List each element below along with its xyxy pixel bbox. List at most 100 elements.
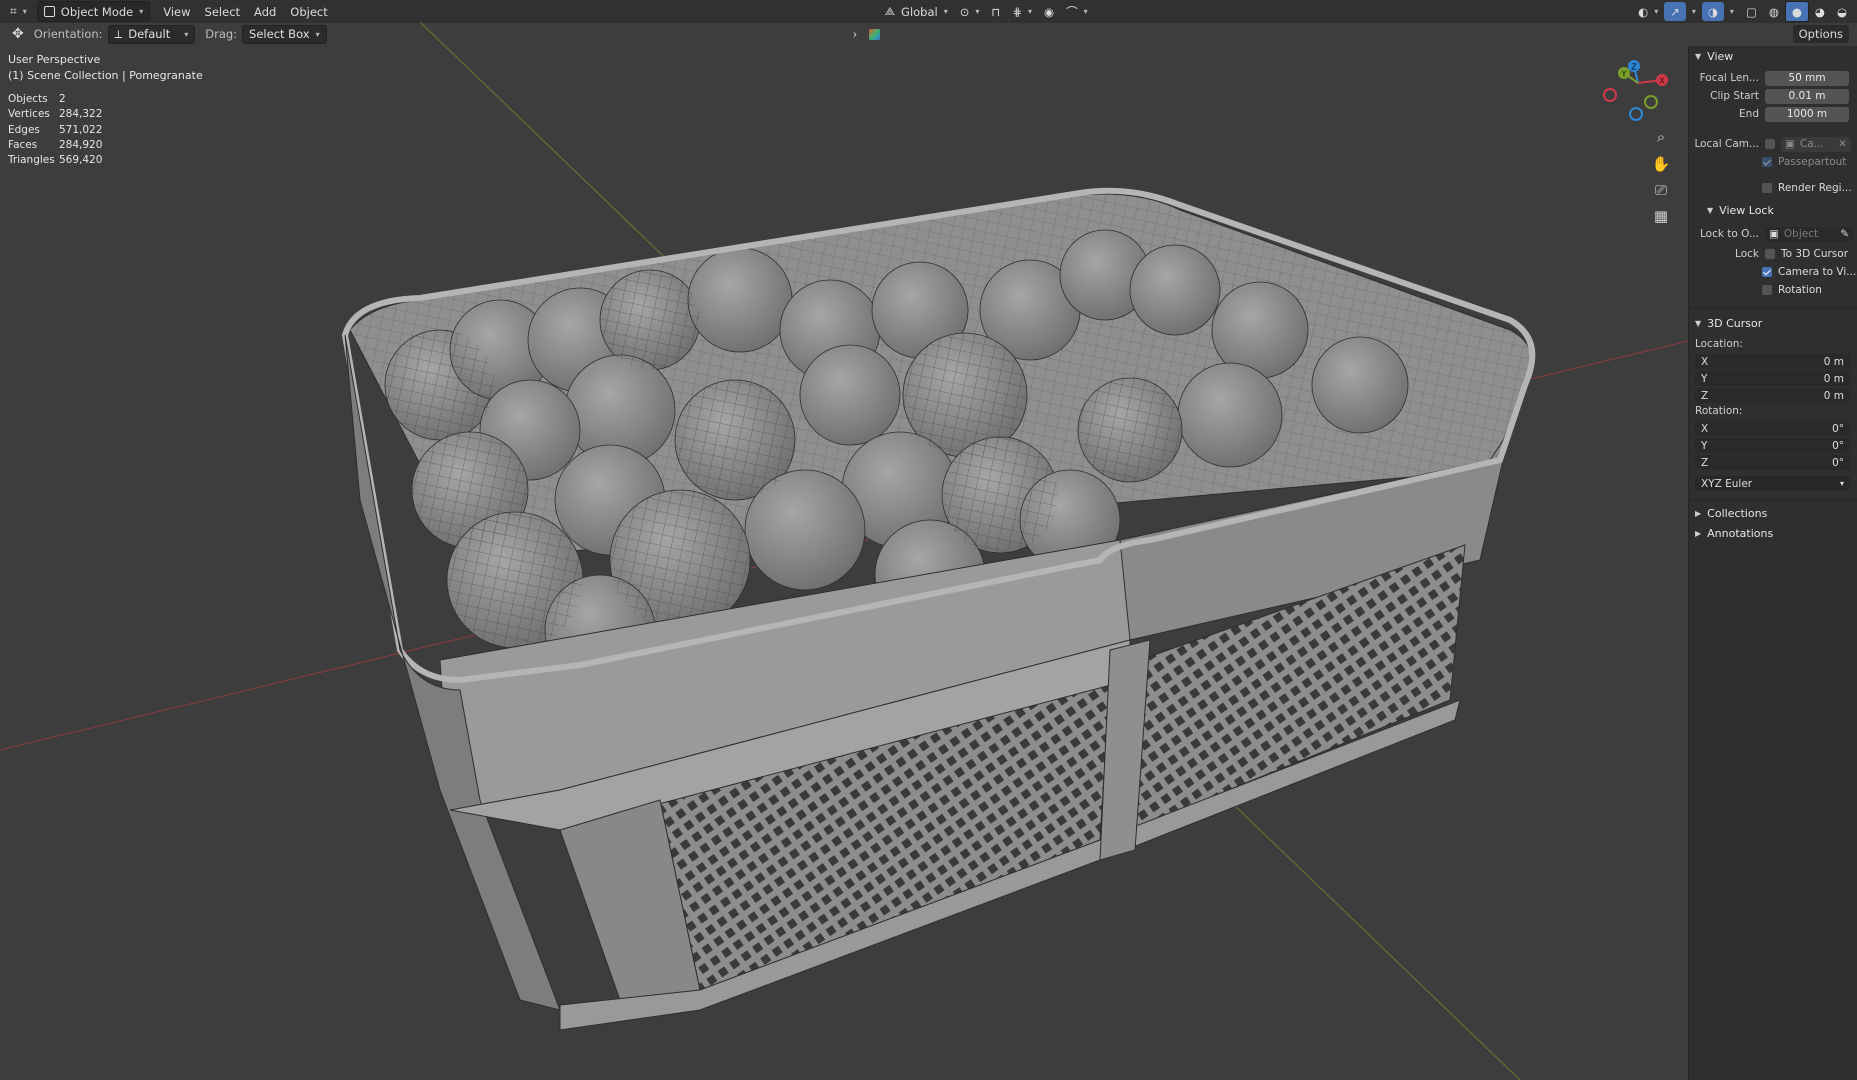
scene-render	[0, 21, 1857, 1080]
proportional-edit-toggle[interactable]: ◉	[1038, 2, 1060, 21]
gizmo-neg-z[interactable]	[1629, 107, 1643, 121]
gizmo-toggle[interactable]: ↗	[1664, 2, 1686, 21]
orientation-icon: ⟁	[884, 4, 896, 18]
magnet-icon: ⊓	[991, 4, 1001, 19]
object-mode-icon	[43, 6, 55, 17]
chevron-down-icon: ▼	[1695, 318, 1702, 328]
local-camera-field[interactable]: ▣ Ca... ✕	[1781, 136, 1851, 152]
cursor-location-y[interactable]: Y0 m	[1695, 371, 1850, 386]
visibility-dropdown[interactable]: ◐ ▾	[1632, 2, 1664, 21]
solid-shading-icon: ●	[1791, 4, 1802, 19]
cursor-location-x[interactable]: X0 m	[1695, 354, 1850, 369]
snap-toggle[interactable]: ⊓	[985, 2, 1006, 21]
focal-length-field[interactable]: 50 mm	[1765, 70, 1849, 86]
chevron-right-icon: ▶	[1695, 528, 1702, 538]
material-shading-icon: ◕	[1814, 4, 1825, 19]
stats-row: Faces 284,920	[8, 138, 103, 151]
rendered-shading-icon: ◒	[1836, 4, 1847, 19]
wireframe-shading-icon: ◍	[1768, 4, 1779, 19]
cursor-rotation-z[interactable]: Z 0°	[1695, 455, 1850, 470]
clip-end-field[interactable]: 1000 m	[1765, 106, 1849, 122]
hand-icon: ✋	[1651, 155, 1671, 173]
rotation-mode-dropdown[interactable]: XYZ Euler ▾	[1695, 476, 1850, 491]
editor-type-button[interactable]: ⌗ ▾	[4, 2, 33, 21]
camera-object-icon: ▣	[1785, 138, 1795, 150]
collections-section-header[interactable]: ▶ Collections	[1689, 504, 1857, 522]
lock-object-field[interactable]: ▣ Object ✎	[1765, 226, 1853, 242]
close-icon[interactable]: ✕	[1838, 138, 1847, 150]
lock-to-object-label: Lock to O...	[1699, 228, 1759, 240]
falloff-icon: ⌒	[1066, 4, 1078, 19]
falloff-dropdown[interactable]: ⌒ ▾	[1060, 2, 1094, 21]
gizmo-neg-x[interactable]	[1603, 88, 1617, 102]
clip-start-label: Clip Start	[1710, 90, 1759, 102]
passepartout-checkbox[interactable]	[1762, 157, 1772, 167]
eyedropper-icon[interactable]: ✎	[1840, 228, 1849, 240]
editor-type-icon: ⌗	[10, 4, 17, 18]
stats-row: Objects 2	[8, 93, 66, 105]
camera-icon: ⎚	[1654, 181, 1667, 199]
grid-icon: ▦	[1653, 207, 1669, 225]
lock-rotation-checkbox[interactable]	[1762, 285, 1772, 295]
local-camera-label: Local Cam...	[1694, 138, 1759, 150]
clip-end-label: End	[1739, 108, 1759, 120]
perspective-label: User Perspective	[8, 53, 101, 66]
options-button[interactable]: Options	[1792, 25, 1849, 43]
xray-toggle[interactable]: ▢	[1740, 2, 1763, 21]
gizmo-icon: ↗	[1670, 4, 1680, 19]
local-camera-checkbox[interactable]	[1765, 139, 1775, 149]
orientation-label: Orientation:	[33, 27, 103, 41]
material-shading-button[interactable]: ◕	[1809, 2, 1831, 21]
zoom-icon: ⌕	[1656, 128, 1666, 146]
render-region-checkbox[interactable]	[1762, 183, 1772, 193]
snap-dropdown[interactable]: ⋕ ▾	[1006, 2, 1038, 21]
snap-icon: ⋕	[1012, 4, 1023, 19]
overlays-dropdown[interactable]: ▾	[1724, 2, 1740, 21]
gizmo-neg-y[interactable]	[1644, 95, 1658, 109]
clip-start-field[interactable]: 0.01 m	[1765, 88, 1849, 104]
asset-shelf-button[interactable]	[863, 25, 886, 44]
menu-view[interactable]: View	[156, 5, 197, 19]
3d-cursor-section-header[interactable]: ▼ 3D Cursor	[1689, 314, 1857, 332]
drag-dropdown[interactable]: Select Box ▾	[242, 24, 327, 44]
menu-add[interactable]: Add	[247, 5, 283, 19]
stats-row: Vertices 284,322	[8, 108, 103, 121]
orientation-dropdown[interactable]: ⟂ Default ▾	[107, 24, 196, 44]
pivot-point-dropdown[interactable]: ⊙ ▾	[954, 2, 986, 21]
cursor-location-z[interactable]: Z0 m	[1695, 388, 1850, 403]
orientation-default-icon: ⟂	[114, 26, 123, 41]
chevron-down-icon: ▼	[1707, 205, 1714, 215]
menu-select[interactable]: Select	[198, 5, 247, 19]
view-lock-section-header[interactable]: ▼ View Lock	[1689, 201, 1857, 219]
rendered-shading-button[interactable]: ◒	[1831, 2, 1853, 21]
lock-to-cursor-checkbox[interactable]	[1765, 249, 1775, 259]
solid-shading-button[interactable]: ●	[1784, 1, 1809, 22]
menu-object[interactable]: Object	[283, 5, 334, 19]
gizmo-dropdown[interactable]: ▾	[1686, 2, 1702, 21]
lock-label: Lock	[1735, 248, 1759, 260]
3d-viewport[interactable]: ⌗ ▾ Object Mode ▾ View Select Add Object ⟁…	[0, 0, 1857, 1080]
cursor-rotation-y[interactable]: Y 0°	[1695, 438, 1850, 453]
cube-icon	[869, 28, 881, 40]
camera-view-button[interactable]: ⎚	[1647, 178, 1675, 202]
wireframe-shading-button[interactable]: ◍	[1763, 2, 1785, 21]
mode-dropdown[interactable]: Object Mode ▾	[36, 1, 151, 22]
collapse-toggle[interactable]: ›	[847, 25, 864, 44]
zoom-button[interactable]: ⌕	[1647, 125, 1675, 149]
stats-row: Edges 571,022	[8, 123, 103, 136]
view-section-header[interactable]: ▼ View	[1689, 47, 1857, 65]
pan-button[interactable]: ✋	[1647, 152, 1675, 176]
scene-statistics: Objects 2 Vertices 284,322 Edges 571,022 Fa…	[8, 93, 102, 169]
object-icon: ▣	[1769, 228, 1779, 240]
svg-text:X: X	[1659, 77, 1665, 86]
cursor-rotation-x[interactable]: X 0°	[1695, 421, 1850, 436]
viewport-header: ⌗ ▾ Object Mode ▾ View Select Add Object ⟁…	[0, 0, 1857, 23]
camera-to-view-checkbox[interactable]	[1762, 267, 1772, 277]
perspective-toggle-button[interactable]: ▦	[1647, 204, 1675, 228]
overlays-toggle[interactable]: ◑	[1701, 2, 1724, 21]
stats-row: Triangles 569,420	[8, 154, 103, 167]
annotations-section-header[interactable]: ▶ Annotations	[1689, 524, 1857, 542]
transform-orientation-dropdown[interactable]: ⟁ Global ▾	[879, 2, 954, 21]
proportional-edit-icon: ◉	[1044, 4, 1055, 19]
navigation-gizmo[interactable]: X Z Y	[1600, 55, 1680, 127]
